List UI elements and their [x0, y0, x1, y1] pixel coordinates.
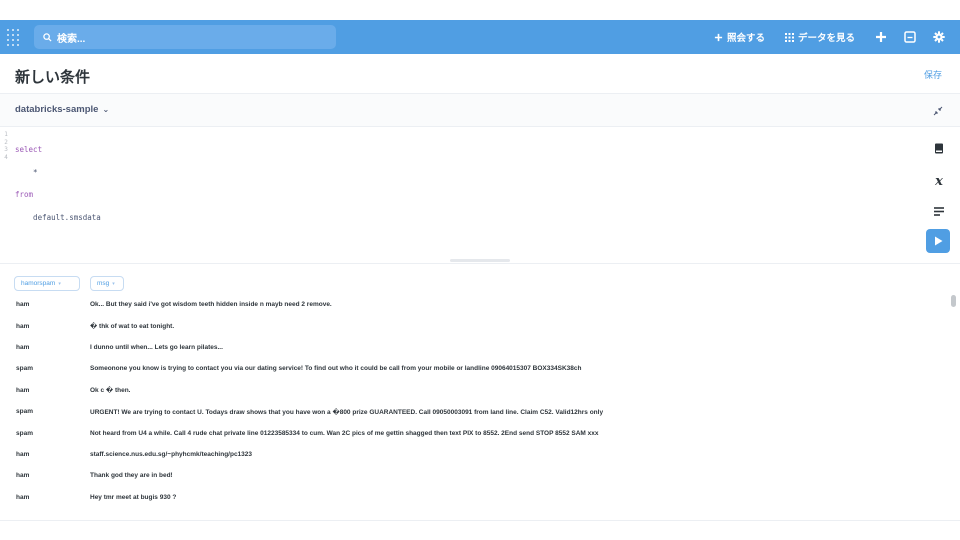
vertical-scrollbar[interactable] [951, 295, 956, 307]
play-icon [934, 236, 942, 246]
new-button[interactable] [875, 31, 887, 43]
cell-msg: Thank god they are in bed! [90, 472, 173, 480]
ask-question-label: 照会する [726, 33, 765, 44]
gear-icon [933, 31, 945, 43]
chevron-down-icon: ▾ [58, 280, 61, 287]
line-number: 3 [4, 146, 8, 153]
code-line: default.smsdata [15, 212, 101, 222]
cell-hamorspam: ham [16, 472, 30, 480]
table-row[interactable]: ham staff.science.nus.edu.sg/~phyhcmk/tea… [0, 444, 945, 465]
settings-button[interactable] [933, 31, 945, 43]
divider [0, 520, 960, 521]
column-header-label: hamorspam [21, 280, 56, 287]
data-reference-button[interactable] [934, 141, 944, 159]
code-line: from [15, 190, 34, 199]
cell-msg: � thk of wat to eat tonight. [90, 323, 175, 331]
ask-question-button[interactable]: 照会する [714, 30, 765, 44]
save-button[interactable]: 保存 [924, 68, 942, 81]
column-header-label: msg [97, 280, 110, 287]
cell-hamorspam: ham [16, 322, 30, 330]
database-picker[interactable]: databricks-sample ⌄ [15, 104, 109, 115]
cell-msg: Someonone you know is trying to contact … [90, 365, 582, 373]
variables-button[interactable]: 𝒙 [935, 172, 943, 190]
table-row[interactable]: ham � thk of wat to eat tonight. [0, 315, 945, 336]
database-name: databricks-sample [15, 104, 99, 115]
table-row[interactable]: spam Someonone you know is trying to cont… [0, 358, 945, 379]
chevron-down-icon: ▾ [112, 280, 115, 287]
table-row[interactable]: ham I dunno until when... Lets go learn p… [0, 337, 945, 358]
browse-data-button[interactable]: データを見る [784, 30, 855, 44]
snippets-button[interactable] [904, 31, 916, 43]
variable-x-icon: 𝒙 [935, 174, 943, 189]
cell-msg: Not heard from U4 a while. Call 4 rude c… [90, 429, 599, 437]
cell-hamorspam: ham [16, 493, 30, 501]
cell-msg: URGENT! We are trying to contact U. Toda… [90, 408, 604, 416]
table-row[interactable]: ham Ok c � then. [0, 380, 945, 401]
editor-side-toolbar: 𝒙 [934, 141, 944, 234]
table-row[interactable]: ham Hey tmr meet at bugis 930 ? [0, 487, 945, 508]
search-bar[interactable]: 検索... [34, 25, 336, 49]
table-row[interactable]: ham Thank god they are in bed! [0, 465, 945, 486]
cell-hamorspam: spam [16, 408, 33, 416]
table-row[interactable]: ham Ok... But they said i've got wisdom t… [0, 294, 945, 315]
plus-icon [876, 32, 886, 42]
top-nav-bar: 検索... 照会する データを見る [0, 20, 960, 54]
cell-hamorspam: spam [16, 429, 33, 437]
page-title: 新しい条件 [15, 69, 91, 86]
search-icon [43, 32, 52, 42]
cell-hamorspam: spam [16, 365, 33, 373]
sql-editor[interactable]: 1 2 3 4 select * from default.smsdata 𝒙 [0, 127, 960, 263]
code-line: * [15, 167, 38, 177]
grid-icon [784, 32, 794, 42]
database-selector-bar: databricks-sample ⌄ [0, 94, 960, 127]
line-number-gutter: 1 2 3 4 [0, 131, 12, 161]
results-table: hamorspam ▾ msg ▾ ham Ok... But they said i… [0, 263, 960, 521]
cell-hamorspam: ham [16, 343, 30, 351]
schema-name: default. [15, 212, 70, 222]
table-body: ham Ok... But they said i've got wisdom t… [0, 294, 945, 508]
line-number: 1 [4, 131, 8, 138]
run-query-button[interactable] [926, 229, 950, 253]
search-placeholder: 検索... [57, 33, 86, 45]
cell-hamorspam: ham [16, 301, 30, 309]
cell-msg: staff.science.nus.edu.sg/~phyhcmk/teachi… [90, 450, 253, 458]
table-name: smsdata [69, 212, 101, 222]
cell-hamorspam: ham [16, 450, 30, 458]
snippets-sidebar-button[interactable] [934, 203, 944, 221]
book-icon [935, 143, 943, 154]
line-number: 2 [4, 138, 8, 146]
line-number: 4 [4, 153, 8, 161]
chevron-down-icon: ⌄ [102, 105, 110, 114]
cell-msg: Ok c � then. [90, 387, 131, 395]
browse-data-label: データを見る [797, 33, 855, 44]
collapse-editor-button[interactable] [933, 103, 943, 121]
cell-msg: Ok... But they said i've got wisdom teet… [90, 301, 332, 309]
editor-resize-handle[interactable] [450, 259, 510, 262]
lines-icon [934, 207, 944, 216]
snippet-icon [904, 31, 916, 43]
column-header-hamorspam[interactable]: hamorspam ▾ [14, 276, 80, 291]
plus-icon [714, 33, 723, 41]
table-row[interactable]: spam URGENT! We are trying to contact U. … [0, 401, 945, 422]
cell-hamorspam: ham [16, 386, 30, 394]
code-line: select [15, 145, 43, 154]
cell-msg: I dunno until when... Lets go learn pila… [90, 343, 223, 351]
table-row[interactable]: spam Not heard from U4 a while. Call 4 ru… [0, 422, 945, 443]
query-header: 新しい条件 保存 [0, 54, 960, 94]
column-header-msg[interactable]: msg ▾ [90, 276, 124, 291]
contract-icon [933, 106, 943, 116]
code-area[interactable]: select * from default.smsdata [15, 131, 101, 236]
metabase-logo-icon[interactable] [6, 28, 20, 46]
cell-msg: Hey tmr meet at bugis 930 ? [90, 493, 177, 501]
